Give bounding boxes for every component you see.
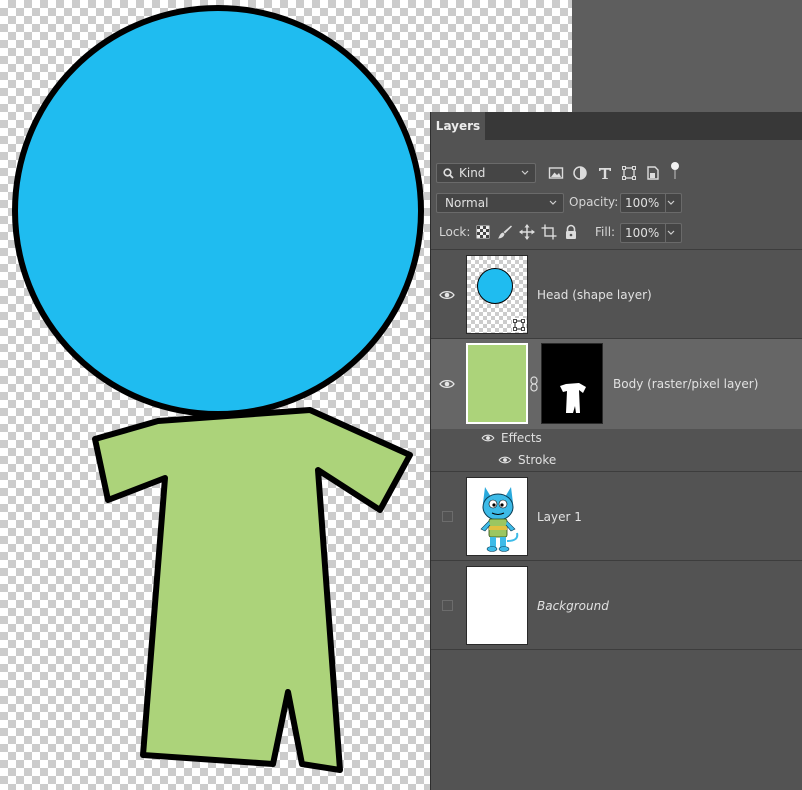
panel-tab-bar: Layers [431,112,802,140]
eye-icon[interactable] [439,289,455,301]
layer-name-body: Body (raster/pixel layer) [613,377,759,391]
layer-thumbnail-background [466,566,528,645]
layer-thumbnail-head [466,255,528,334]
lock-pixels-icon[interactable] [497,224,513,240]
stroke-effect-label: Stroke [518,453,557,467]
eye-icon[interactable] [498,455,512,465]
layer-effect-stroke-row[interactable]: Stroke [498,449,556,471]
adjustment-filter-icon[interactable] [572,165,588,181]
eye-icon[interactable] [481,433,495,443]
chevron-down-icon [549,200,557,205]
character-head [12,5,424,417]
layers-panel: Layers Kind Normal Opacity: 100% Lock: F… [430,112,802,790]
tab-layers[interactable]: Layers [431,112,485,140]
opacity-label: Opacity: [569,195,619,209]
layer-effects-row[interactable]: Effects [481,427,542,449]
visibility-toggle[interactable] [442,511,453,522]
visibility-toggle[interactable] [442,600,453,611]
opacity-value: 100% [625,196,660,210]
shape-filter-icon[interactable] [621,165,637,181]
smart-object-filter-icon[interactable] [645,165,661,181]
type-filter-icon[interactable] [597,165,613,181]
link-chain-icon[interactable] [530,376,538,392]
filter-kind-value: Kind [459,166,486,180]
image-filter-icon[interactable] [548,165,564,181]
layer-row-background[interactable]: Background [431,561,802,649]
chevron-down-icon [667,200,675,205]
layer-divider [431,649,802,650]
search-icon [443,168,454,179]
fill-label: Fill: [595,225,616,239]
blend-mode-dropdown[interactable]: Normal [436,193,564,213]
layer-mask-thumbnail-body [541,343,603,424]
filter-toggle-icon[interactable] [669,161,681,181]
chevron-down-icon [667,230,675,235]
pasteboard [572,0,802,112]
fill-field[interactable]: 100% [620,223,682,243]
layer-thumbnail-body [466,343,528,424]
fill-value: 100% [625,226,660,240]
lock-label: Lock: [439,225,471,239]
eye-icon[interactable] [439,378,455,390]
layer-name-background: Background [537,599,609,613]
layer-name-layer-1: Layer 1 [537,510,582,524]
effects-label: Effects [501,431,542,445]
lock-all-icon[interactable] [563,224,579,240]
layer-row-head[interactable]: Head (shape layer) [431,250,802,338]
layer-thumbnail-layer-1 [466,477,528,556]
layer-row-body[interactable]: Body (raster/pixel layer) [431,339,802,429]
opacity-field[interactable]: 100% [620,193,682,213]
layer-name-head: Head (shape layer) [537,288,652,302]
shape-layer-badge-icon [512,318,526,332]
layer-row-layer-1[interactable]: Layer 1 [431,472,802,560]
blend-mode-value: Normal [445,196,489,210]
chevron-down-icon [521,170,529,175]
lock-artboard-icon[interactable] [541,224,557,240]
character-body [92,407,413,773]
lock-position-icon[interactable] [519,224,535,240]
filter-kind-dropdown[interactable]: Kind [436,163,536,183]
lock-transparent-icon[interactable] [475,224,491,240]
